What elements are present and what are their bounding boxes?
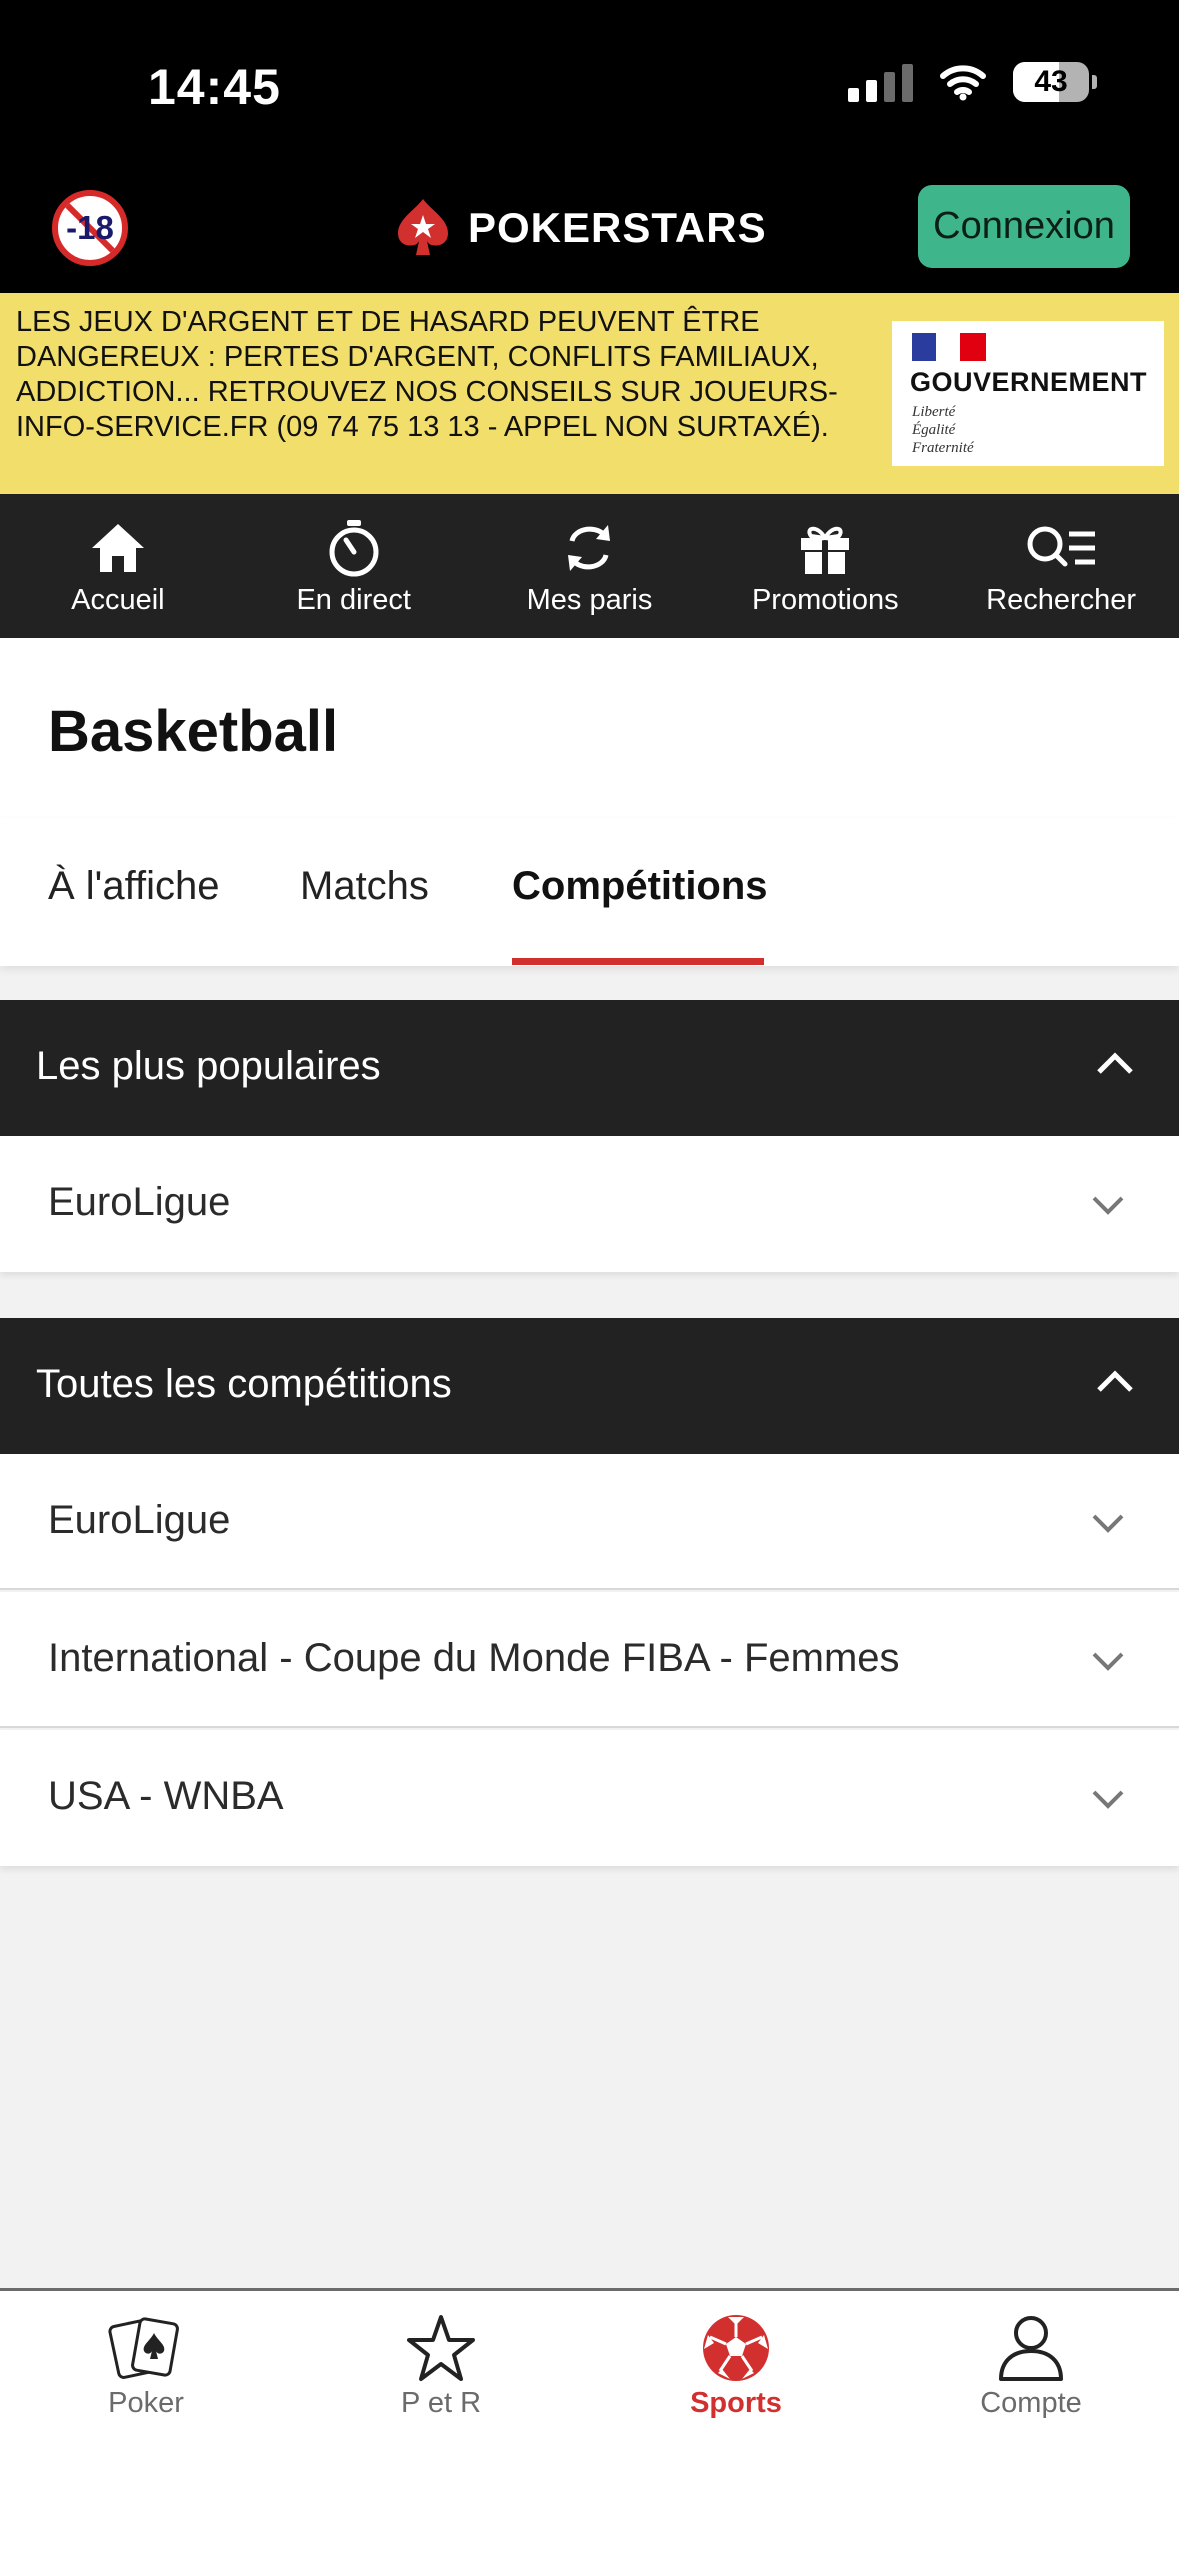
competition-name: USA - WNBA <box>48 1774 284 1818</box>
section-title: Toutes les compétitions <box>36 1362 452 1406</box>
nav-label: En direct <box>296 584 411 616</box>
battery-level: 43 <box>1034 65 1068 98</box>
user-icon <box>999 2316 1063 2381</box>
sports-top-nav: Accueil En direct Mes paris Promotions R… <box>0 494 1179 638</box>
marianne-flag-icon <box>912 333 986 361</box>
stopwatch-icon <box>329 520 379 577</box>
refresh-arrows-icon <box>568 525 611 571</box>
competition-row[interactable]: USA - WNBA <box>0 1730 1179 1866</box>
chevron-down-icon <box>1092 1790 1124 1809</box>
bottom-tab-label: Compte <box>980 2387 1082 2419</box>
competition-row[interactable]: International - Coupe du Monde FIBA - Fe… <box>0 1592 1179 1728</box>
chevron-down-icon <box>1092 1196 1124 1215</box>
section-header-all[interactable]: Toutes les compétitions <box>0 1318 1179 1454</box>
nav-item-promotions[interactable]: Promotions <box>707 494 943 638</box>
bottom-tab-bar: Poker P et R Sports Compte <box>0 2288 1179 2556</box>
active-tab-indicator <box>512 958 764 965</box>
warning-text: LES JEUX D'ARGENT ET DE HASARD PEUVENT Ê… <box>16 306 838 443</box>
nav-item-rechercher[interactable]: Rechercher <box>943 494 1179 638</box>
page-title: Basketball <box>48 699 339 764</box>
cards-icon <box>108 2317 179 2379</box>
cellular-signal-icon <box>848 62 913 102</box>
gift-icon <box>801 526 850 574</box>
chevron-up-icon <box>1097 1370 1133 1392</box>
status-time: 14:45 <box>148 59 281 115</box>
gambling-warning-banner: LES JEUX D'ARGENT ET DE HASARD PEUVENT Ê… <box>0 293 1179 494</box>
bottom-tab-label: Sports <box>690 2387 782 2419</box>
star-icon <box>407 2315 475 2381</box>
sport-tabs: À l'affiche Matchs Compétitions <box>0 818 1179 966</box>
bottom-tab-poker[interactable]: Poker <box>46 2313 246 2420</box>
bottom-tab-compte[interactable]: Compte <box>931 2313 1131 2420</box>
chevron-down-icon <box>1092 1652 1124 1671</box>
nav-item-en-direct[interactable]: En direct <box>236 494 472 638</box>
government-name: GOUVERNEMENT <box>910 367 1148 397</box>
nav-label: Rechercher <box>986 584 1137 616</box>
government-logo: GOUVERNEMENT Liberté Égalité Fraternité <box>892 321 1164 466</box>
bottom-tab-label: Poker <box>108 2387 184 2419</box>
competition-name: International - Coupe du Monde FIBA - Fe… <box>48 1636 900 1680</box>
chevron-up-icon <box>1097 1052 1133 1074</box>
battery-icon: 43 <box>1013 62 1097 102</box>
competition-row[interactable]: EuroLigue <box>0 1136 1179 1272</box>
section-header-popular[interactable]: Les plus populaires <box>0 1000 1179 1136</box>
nav-label: Accueil <box>71 584 165 616</box>
nav-item-accueil[interactable]: Accueil <box>0 494 236 638</box>
age-restriction-badge: -18 <box>52 190 128 266</box>
government-motto: Liberté Égalité Fraternité <box>912 403 974 457</box>
wifi-icon <box>940 65 986 101</box>
home-icon <box>91 524 144 572</box>
motto-egalite: Égalité <box>912 422 956 438</box>
bottom-tab-p-et-r[interactable]: P et R <box>341 2313 541 2420</box>
motto-fraternite: Fraternité <box>912 440 974 456</box>
section-title: Les plus populaires <box>36 1044 381 1088</box>
status-bar: 14:45 43 <box>0 0 1179 175</box>
pokerstars-logo[interactable]: POKERSTARS <box>392 195 767 261</box>
bottom-tab-sports[interactable]: Sports <box>636 2313 836 2420</box>
login-button[interactable]: Connexion <box>918 185 1130 268</box>
search-list-icon <box>1027 526 1096 567</box>
tab-matchs[interactable]: Matchs <box>300 864 429 909</box>
age-restriction-label: -18 <box>66 209 114 246</box>
competition-name: EuroLigue <box>48 1180 231 1224</box>
competition-name: EuroLigue <box>48 1498 231 1542</box>
bottom-tab-label: P et R <box>400 2387 482 2419</box>
soccer-ball-icon <box>703 2315 769 2381</box>
nav-label: Promotions <box>751 584 899 616</box>
competition-row[interactable]: EuroLigue <box>0 1454 1179 1590</box>
app-header: -18 POKERSTARS Connexion <box>0 175 1179 293</box>
tab-competitions[interactable]: Compétitions <box>512 864 768 909</box>
spade-star-icon <box>398 199 448 255</box>
chevron-down-icon <box>1092 1514 1124 1533</box>
brand-name: POKERSTARS <box>468 204 767 251</box>
tab-a-l-affiche[interactable]: À l'affiche <box>48 864 219 909</box>
page-header: Basketball <box>0 638 1179 818</box>
nav-item-mes-paris[interactable]: Mes paris <box>472 494 708 638</box>
nav-label: Mes paris <box>526 584 653 616</box>
motto-liberte: Liberté <box>912 404 956 420</box>
